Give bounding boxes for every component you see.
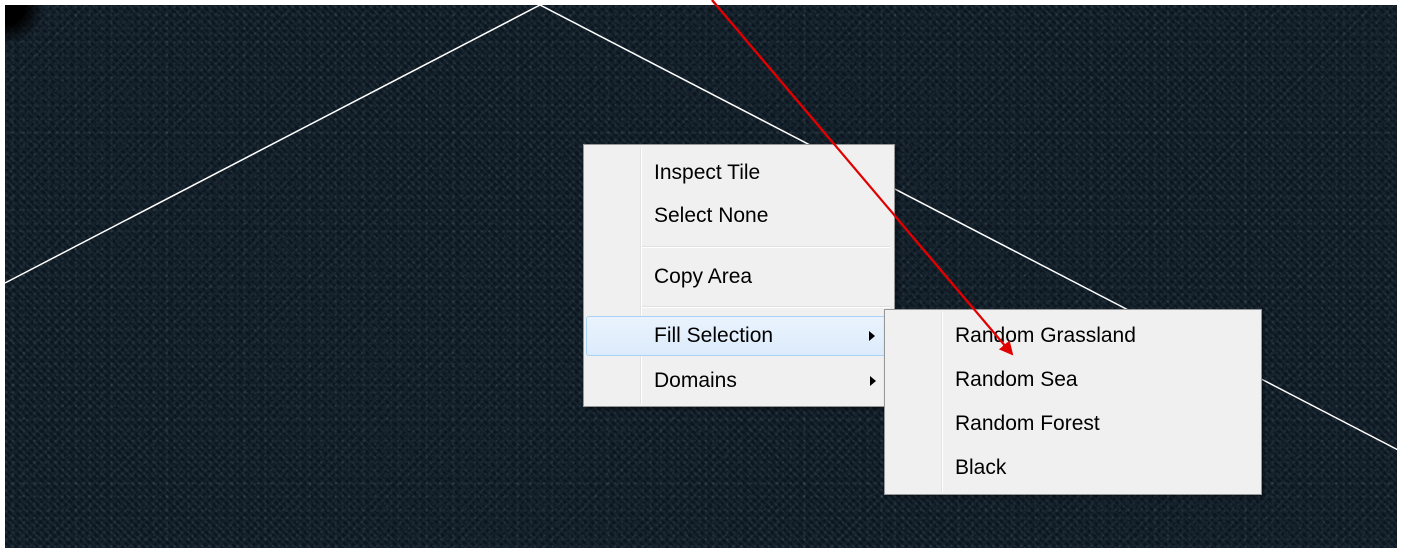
context-menu: Inspect Tile Select None Copy Area Fill … — [583, 144, 895, 407]
menu-item-label: Domains — [654, 369, 737, 392]
submenu-item-random-forest[interactable]: Random Forest — [887, 404, 1259, 444]
menu-separator — [642, 306, 890, 308]
chevron-right-icon — [869, 331, 875, 341]
screenshot-frame: Inspect Tile Select None Copy Area Fill … — [0, 0, 1402, 553]
menu-item-fill-selection[interactable]: Fill Selection — [586, 316, 892, 356]
menu-item-label: Fill Selection — [654, 324, 774, 347]
menu-item-domains[interactable]: Domains — [586, 361, 892, 401]
menu-item-label: Inspect Tile — [654, 161, 761, 184]
submenu-item-label: Random Sea — [955, 368, 1078, 391]
menu-separator — [642, 246, 890, 248]
submenu-item-label: Black — [955, 456, 1007, 479]
fill-selection-submenu: Random Grassland Random Sea Random Fores… — [884, 309, 1262, 495]
menu-item-label: Copy Area — [654, 265, 753, 288]
map-corner-shadow — [5, 5, 45, 45]
submenu-item-black[interactable]: Black — [887, 448, 1259, 488]
submenu-item-label: Random Forest — [955, 412, 1100, 435]
menu-item-inspect-tile[interactable]: Inspect Tile — [586, 153, 892, 193]
menu-item-label: Select None — [654, 204, 769, 227]
chevron-right-icon — [870, 376, 876, 386]
submenu-item-random-sea[interactable]: Random Sea — [887, 360, 1259, 400]
menu-item-copy-area[interactable]: Copy Area — [586, 257, 892, 297]
menu-item-select-none[interactable]: Select None — [586, 196, 892, 236]
submenu-item-random-grassland[interactable]: Random Grassland — [887, 316, 1259, 356]
submenu-item-label: Random Grassland — [955, 324, 1136, 347]
